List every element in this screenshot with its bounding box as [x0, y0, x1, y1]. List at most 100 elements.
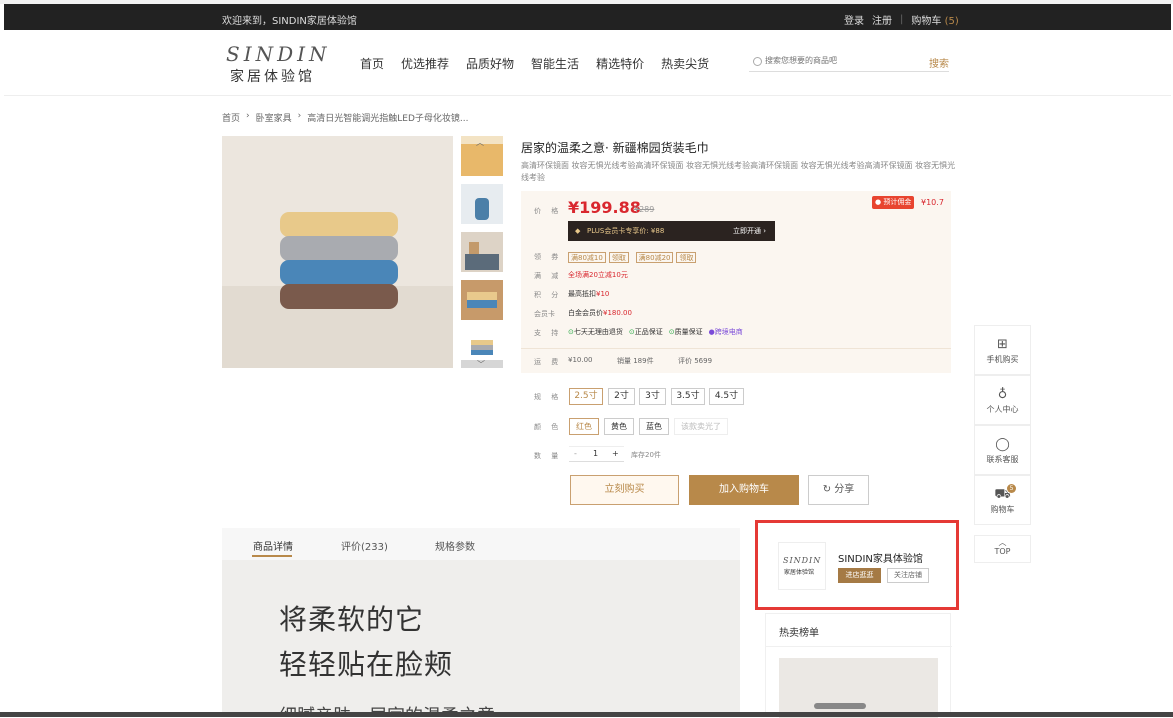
- coupon-2: 满80减20: [635, 252, 674, 263]
- product-main-image[interactable]: [222, 136, 453, 368]
- divider: [766, 646, 952, 647]
- sidebar-label: 个人中心: [986, 405, 1019, 414]
- spec-option-4-5[interactable]: 4.5寸: [709, 388, 744, 405]
- towel-stack-image: [222, 136, 453, 368]
- hot-product-image[interactable]: [779, 658, 938, 718]
- support-item-genuine: ⊙正品保证: [629, 327, 663, 337]
- shipping-value: ¥10.00: [568, 356, 593, 364]
- current-price: ¥199.88: [568, 198, 641, 217]
- sidebar-label: 联系客服: [986, 455, 1019, 464]
- spec-option-2[interactable]: 2寸: [608, 388, 635, 405]
- sidebar-label: 手机购买: [986, 355, 1019, 364]
- bottom-edge: [0, 712, 1173, 717]
- spec-option-2-5[interactable]: 2.5寸: [569, 388, 603, 405]
- detail-banner: 将柔软的它 轻轻贴在脸颊 细腻亲肤，居家的温柔之意: [222, 560, 740, 717]
- quantity-decrease-button[interactable]: -: [574, 449, 577, 458]
- nav-item-deals[interactable]: 精选特价: [596, 55, 644, 72]
- grid-icon: ⊞: [997, 337, 1008, 352]
- color-option-soldout: 该款卖光了: [674, 418, 728, 435]
- chevron-down-icon[interactable]: ﹀: [477, 359, 485, 370]
- thumbnail-2[interactable]: [461, 184, 503, 224]
- tab-details[interactable]: 商品详情: [253, 538, 293, 553]
- hot-ranking-title: 热卖榜单: [779, 628, 819, 639]
- thumbnail-3[interactable]: [461, 232, 503, 272]
- thumbnail-4[interactable]: [461, 280, 503, 320]
- back-to-top-button[interactable]: ︿ TOP: [974, 535, 1031, 563]
- follow-shop-button[interactable]: 关注店铺: [887, 568, 929, 583]
- shop-name: SINDIN家具体验馆: [838, 554, 923, 565]
- tab-reviews[interactable]: 评价(233): [341, 538, 388, 553]
- logo-cn: 家居体验馆: [230, 69, 315, 85]
- product-title: 居家的温柔之意· 新疆棉园货装毛巾: [521, 141, 709, 155]
- sidebar-user-center[interactable]: ♁ 个人中心: [974, 375, 1031, 425]
- register-link[interactable]: 注册: [872, 12, 892, 27]
- shop-logo-cn: 家居体验馆: [784, 569, 815, 576]
- support-item-return: ⊙七天无理由退货: [568, 327, 623, 337]
- share-icon: ↻: [822, 484, 832, 495]
- breadcrumb-home[interactable]: 首页: [222, 111, 240, 124]
- member-price: ¥180.00: [603, 309, 632, 317]
- add-to-cart-button[interactable]: 加入购物车: [689, 475, 799, 505]
- plus-activate-link[interactable]: 立即开通 ›: [733, 221, 766, 241]
- sidebar-mobile-buy[interactable]: ⊞ 手机购买: [974, 325, 1031, 375]
- search-input[interactable]: [765, 56, 915, 65]
- quantity-value[interactable]: 1: [593, 449, 598, 458]
- nav-item-home[interactable]: 首页: [360, 55, 384, 72]
- cart-link[interactable]: 购物车 (5): [911, 12, 958, 27]
- color-option-red[interactable]: 红色: [569, 418, 599, 435]
- nav-item-hot[interactable]: 热卖尖货: [661, 55, 709, 72]
- claim-coupon-1-button[interactable]: 领取: [608, 252, 629, 263]
- user-icon: ♁: [997, 387, 1008, 402]
- member-label: 会员卡: [534, 310, 555, 318]
- search-box: 搜索: [749, 52, 949, 72]
- support-text: 跨境电商: [714, 328, 743, 336]
- plus-text: PLUS会员卡专享价: ¥88: [587, 227, 665, 235]
- discount-label: 满 减: [534, 272, 563, 280]
- breadcrumb-category[interactable]: 卧室家具: [256, 111, 292, 124]
- cart-badge: 5: [1007, 484, 1016, 493]
- sidebar-customer-service[interactable]: ◯ 联系客服: [974, 425, 1031, 475]
- points-prefix: 最高抵扣: [568, 290, 596, 298]
- scroll-indicator[interactable]: [814, 703, 866, 709]
- color-option-blue[interactable]: 蓝色: [639, 418, 669, 435]
- tab-specs[interactable]: 规格参数: [435, 538, 475, 553]
- review-count: 评价 5699: [678, 357, 713, 365]
- stock-text: 库存20件: [631, 451, 661, 459]
- brand-logo[interactable]: SINDIN 家居体验馆: [226, 42, 327, 86]
- nav-item-recommend[interactable]: 优选推荐: [401, 55, 449, 72]
- login-link[interactable]: 登录: [844, 12, 864, 27]
- spec-option-3[interactable]: 3寸: [639, 388, 666, 405]
- top-bar: 欢迎来到，SINDIN家居体验馆 登录 注册 | 购物车 (5): [4, 4, 1171, 30]
- search-button[interactable]: 搜索: [929, 55, 949, 70]
- plus-member-bar[interactable]: ◆ PLUS会员卡专享价: ¥88 立即开通 ›: [568, 221, 775, 241]
- breadcrumb-current: 高清日光智能调光指触LED子母化妆镜...: [307, 114, 469, 124]
- support-label: 支 持: [534, 329, 563, 337]
- cart-icon: ⛟ 5: [975, 484, 1030, 502]
- member-prefix: 白金会员价: [568, 309, 603, 317]
- banner-line-2: 轻轻贴在脸颊: [279, 648, 454, 681]
- share-button[interactable]: ↻ 分享: [808, 475, 869, 505]
- divider: |: [900, 14, 904, 25]
- nav-item-smart[interactable]: 智能生活: [531, 55, 579, 72]
- points-label: 积 分: [534, 291, 563, 299]
- chevron-up-icon[interactable]: ︿: [476, 137, 484, 148]
- chat-icon: ◯: [995, 437, 1010, 452]
- shop-logo[interactable]: SINDIN 家居体验馆: [778, 542, 826, 590]
- quantity-increase-button[interactable]: +: [612, 449, 619, 458]
- buy-now-button[interactable]: 立刻购买: [570, 475, 679, 505]
- support-text: 七天无理由退货: [573, 328, 623, 336]
- coin-icon: ●: [875, 198, 882, 206]
- claim-coupon-2-button[interactable]: 领取: [676, 252, 697, 263]
- commission-value: ¥10.7: [921, 198, 944, 207]
- enter-shop-button[interactable]: 进店逛逛: [838, 568, 881, 583]
- spec-option-3-5[interactable]: 3.5寸: [671, 388, 705, 405]
- sales-count: 销量 189件: [617, 357, 654, 365]
- shipping-label: 运 费: [534, 358, 563, 366]
- color-option-yellow[interactable]: 黄色: [604, 418, 634, 435]
- shop-logo-en: SINDIN: [783, 556, 822, 565]
- support-text: 正品保证: [634, 328, 663, 336]
- nav-item-quality[interactable]: 品质好物: [466, 55, 514, 72]
- sidebar-cart[interactable]: ⛟ 5 购物车: [974, 475, 1031, 525]
- commission-badge: ● 预计佣金: [872, 196, 915, 209]
- diamond-icon: ◆: [575, 227, 581, 235]
